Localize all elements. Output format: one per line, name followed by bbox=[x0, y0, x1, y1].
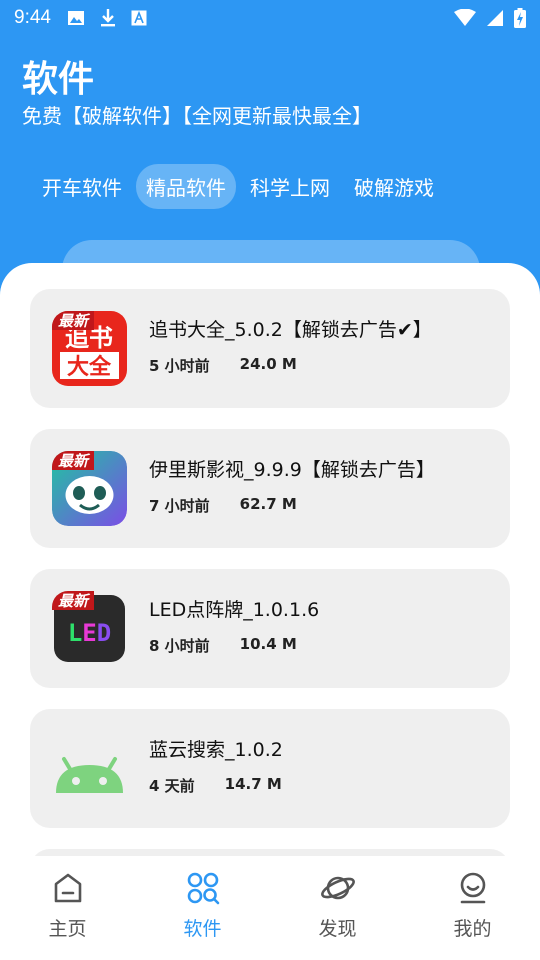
nav-software-label: 软件 bbox=[183, 918, 222, 940]
tab-cracked-games[interactable]: 破解游戏 bbox=[344, 164, 444, 209]
image-icon bbox=[67, 11, 84, 25]
app-updated-time: 4 天前 bbox=[149, 777, 195, 795]
system-icons bbox=[454, 8, 526, 28]
app-meta: 5 小时前 24.0 M bbox=[149, 355, 297, 376]
app-meta: 4 天前 14.7 M bbox=[149, 775, 282, 796]
page-subtitle: 免费【破解软件】【全网更新最快最全】 bbox=[22, 104, 372, 128]
tab-premium-software[interactable]: 精品软件 bbox=[136, 164, 236, 209]
app-updated-time: 7 小时前 bbox=[149, 497, 210, 515]
app-name: 蓝云搜索_1.0.2 bbox=[149, 739, 283, 761]
android-icon bbox=[52, 731, 127, 806]
tab-vpn[interactable]: 科学上网 bbox=[240, 164, 340, 209]
wifi-icon bbox=[454, 9, 476, 26]
app-size: 62.7 M bbox=[239, 495, 297, 513]
status-bar: 9:44 bbox=[0, 0, 540, 36]
download-icon bbox=[100, 9, 115, 27]
signal-icon bbox=[487, 10, 503, 26]
profile-icon bbox=[460, 872, 485, 904]
app-meta: 8 小时前 10.4 M bbox=[149, 635, 297, 656]
nav-home[interactable]: 主页 bbox=[0, 856, 135, 960]
nav-home-label: 主页 bbox=[48, 918, 87, 940]
font-icon bbox=[131, 10, 147, 26]
home-icon bbox=[54, 873, 81, 903]
nav-profile[interactable]: 我的 bbox=[405, 856, 540, 960]
notification-icons bbox=[67, 8, 147, 28]
app-name: LED点阵牌_1.0.1.6 bbox=[149, 599, 320, 621]
battery-icon bbox=[514, 8, 526, 28]
planet-icon bbox=[320, 876, 355, 900]
app-name: 伊里斯影视_9.9.9【解锁去广告】 bbox=[149, 459, 435, 481]
book-app-icon: 追书 大全 最新 bbox=[52, 311, 127, 386]
svg-text:最新: 最新 bbox=[58, 452, 91, 470]
list-item[interactable]: 最新 伊里斯影视_9.9.9【解锁去广告】 7 小时前 62.7 M bbox=[30, 429, 510, 548]
svg-text:最新: 最新 bbox=[58, 312, 91, 330]
list-item[interactable]: 追书 大全 最新 追书大全_5.0.2【解锁去广告✔】 5 小时前 24.0 M bbox=[30, 289, 510, 408]
page-title: 软件 bbox=[22, 59, 95, 100]
category-tabs: 开车软件 精品软件 科学上网 破解游戏 bbox=[32, 164, 444, 209]
list-item[interactable]: 蓝云搜索_1.0.2 4 天前 14.7 M bbox=[30, 709, 510, 828]
apps-icon bbox=[187, 872, 219, 905]
svg-text:最新: 最新 bbox=[58, 592, 91, 610]
app-updated-time: 8 小时前 bbox=[149, 637, 210, 655]
app-name: 追书大全_5.0.2【解锁去广告✔】 bbox=[149, 319, 432, 341]
app-size: 10.4 M bbox=[239, 635, 297, 653]
app-size: 14.7 M bbox=[224, 775, 282, 793]
app-updated-time: 5 小时前 bbox=[149, 357, 210, 375]
led-app-icon: LED 最新 bbox=[52, 591, 127, 666]
nav-software[interactable]: 软件 bbox=[135, 856, 270, 960]
tab-open-software[interactable]: 开车软件 bbox=[32, 164, 132, 209]
bottom-nav: 主页 软件 发现 我的 bbox=[0, 856, 540, 960]
svg-text:LED: LED bbox=[68, 619, 111, 647]
nav-discover-label: 发现 bbox=[318, 918, 357, 940]
list-item[interactable]: LED 最新 LED点阵牌_1.0.1.6 8 小时前 10.4 M bbox=[30, 569, 510, 688]
status-time: 9:44 bbox=[14, 7, 51, 28]
panda-app-icon: 最新 bbox=[52, 451, 127, 526]
app-meta: 7 小时前 62.7 M bbox=[149, 495, 297, 516]
nav-profile-label: 我的 bbox=[453, 918, 492, 940]
svg-text:大全: 大全 bbox=[67, 354, 112, 380]
header: 软件 免费【破解软件】【全网更新最快最全】 开车软件 精品软件 科学上网 破解游… bbox=[0, 36, 540, 300]
nav-discover[interactable]: 发现 bbox=[270, 856, 405, 960]
app-size: 24.0 M bbox=[239, 355, 297, 373]
